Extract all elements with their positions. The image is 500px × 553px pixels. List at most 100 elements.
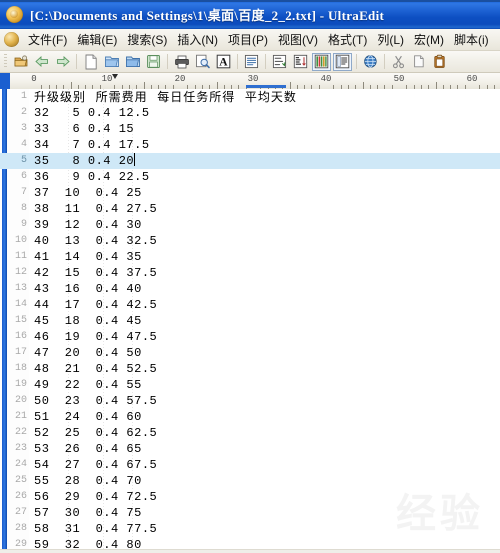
editor-line[interactable]: 12 42 15 0.4 37.5 [0, 265, 500, 281]
new-file-icon[interactable] [81, 53, 100, 71]
line-text[interactable]: 39 12 0.4 30 [34, 217, 142, 233]
line-text[interactable]: 53 26 0.4 65 [34, 441, 142, 457]
editor-line[interactable]: 10 40 13 0.4 32.5 [0, 233, 500, 249]
paste-icon[interactable] [431, 53, 450, 71]
menu-item-column[interactable]: 列(L) [372, 29, 409, 50]
line-text[interactable]: 46 19 0.4 47.5 [34, 329, 157, 345]
editor-line[interactable]: 4 34 7 0.4 17.5 [0, 137, 500, 153]
ruler-tab-marker[interactable] [112, 74, 118, 79]
toolbar-grip[interactable] [4, 54, 7, 69]
editor-line[interactable]: 8 38 11 0.4 27.5 [0, 201, 500, 217]
editor-line[interactable]: 22 52 25 0.4 62.5 [0, 425, 500, 441]
line-text[interactable]: 34 7 0.4 17.5 [34, 137, 150, 153]
toolbar-separator [265, 54, 266, 69]
menu-item-format[interactable]: 格式(T) [323, 29, 372, 50]
menu-item-search[interactable]: 搜索(S) [122, 29, 172, 50]
editor-line[interactable]: 6 36 9 0.4 22.5 [0, 169, 500, 185]
menu-item-macro[interactable]: 宏(M) [409, 29, 449, 50]
line-text[interactable]: 45 18 0.4 45 [34, 313, 142, 329]
editor-line[interactable]: 13 43 16 0.4 40 [0, 281, 500, 297]
line-number: 28 [14, 523, 27, 534]
line-text[interactable]: 44 17 0.4 42.5 [34, 297, 157, 313]
line-number: 9 [20, 219, 27, 230]
line-number: 5 [20, 155, 27, 166]
line-text[interactable]: 48 21 0.4 52.5 [34, 361, 157, 377]
line-text[interactable]: 42 15 0.4 37.5 [34, 265, 157, 281]
line-number: 15 [14, 315, 27, 326]
menu-item-project[interactable]: 项目(P) [223, 29, 273, 50]
print-preview-icon[interactable] [193, 53, 212, 71]
line-text[interactable]: 50 23 0.4 57.5 [34, 393, 157, 409]
menu-item-insert[interactable]: 插入(N) [172, 29, 223, 50]
editor-line[interactable]: 17 47 20 0.4 50 [0, 345, 500, 361]
editor-bottom-edge [0, 549, 500, 553]
menu-item-script[interactable]: 脚本(i) [449, 29, 494, 50]
back-arrow-icon[interactable] [32, 53, 51, 71]
line-text[interactable]: 55 28 0.4 70 [34, 473, 142, 489]
editor-line[interactable]: 3 33 6 0.4 15 [0, 121, 500, 137]
menu-item-file[interactable]: 文件(F) [23, 29, 72, 50]
editor-line[interactable]: 14 44 17 0.4 42.5 [0, 297, 500, 313]
editor-line[interactable]: 24 54 27 0.4 67.5 [0, 457, 500, 473]
open-file-icon[interactable] [102, 53, 121, 71]
menu-item-view[interactable]: 视图(V) [273, 29, 323, 50]
hex-view-icon[interactable] [333, 52, 352, 71]
editor-line[interactable]: 21 51 24 0.4 60 [0, 409, 500, 425]
editor-line[interactable]: 11 41 14 0.4 35 [0, 249, 500, 265]
editor-line[interactable]: 5 35 8 0.4 20 [0, 153, 500, 169]
ruler-selection-indicator [246, 85, 286, 88]
line-text[interactable]: 38 11 0.4 27.5 [34, 201, 157, 217]
line-text[interactable]: 升级级别 所需费用 每日任务所得 平均天数 [34, 89, 297, 105]
toolbar-separator [167, 54, 168, 69]
line-text[interactable]: 36 9 0.4 22.5 [34, 169, 150, 185]
menu-item-edit[interactable]: 编辑(E) [72, 29, 122, 50]
word-wrap-icon[interactable] [242, 53, 261, 71]
editor-line[interactable]: 16 46 19 0.4 47.5 [0, 329, 500, 345]
line-text[interactable]: 41 14 0.4 35 [34, 249, 142, 265]
editor-line[interactable]: 15 45 18 0.4 45 [0, 313, 500, 329]
editor-line[interactable]: 7 37 10 0.4 25 [0, 185, 500, 201]
text-editor-area[interactable]: 1 升级级别 所需费用 每日任务所得 平均天数 2 32 5 0.4 12.5 3 33 … [0, 89, 500, 553]
editor-line[interactable]: 18 48 21 0.4 52.5 [0, 361, 500, 377]
line-text[interactable]: 35 8 0.4 20 [34, 153, 136, 169]
editor-line[interactable]: 1 升级级别 所需费用 每日任务所得 平均天数 [0, 89, 500, 105]
line-text[interactable]: 58 31 0.4 77.5 [34, 521, 157, 537]
editor-line[interactable]: 23 53 26 0.4 65 [0, 441, 500, 457]
line-number: 18 [14, 363, 27, 374]
line-text[interactable]: 37 10 0.4 25 [34, 185, 142, 201]
ruler-bar[interactable]: 0 10 20 30 40 50 60 [0, 73, 500, 90]
sort-icon[interactable] [291, 53, 310, 71]
print-icon[interactable] [172, 53, 191, 71]
editor-line[interactable]: 19 49 22 0.4 55 [0, 377, 500, 393]
line-text[interactable]: 40 13 0.4 32.5 [34, 233, 157, 249]
line-number: 11 [14, 251, 27, 262]
forward-arrow-icon[interactable] [53, 53, 72, 71]
editor-line[interactable]: 2 32 5 0.4 12.5 [0, 105, 500, 121]
editor-line[interactable]: 9 39 12 0.4 30 [0, 217, 500, 233]
list-view-icon[interactable] [270, 53, 289, 71]
save-file-icon[interactable] [144, 53, 163, 71]
line-text[interactable]: 47 20 0.4 50 [34, 345, 142, 361]
cut-icon[interactable] [389, 53, 408, 71]
app-menu-icon[interactable] [4, 32, 19, 47]
column-mode-icon[interactable] [312, 52, 331, 71]
font-icon[interactable]: A [214, 53, 233, 71]
line-text[interactable]: 57 30 0.4 75 [34, 505, 142, 521]
open-recent-icon[interactable] [11, 53, 30, 71]
line-text[interactable]: 49 22 0.4 55 [34, 377, 142, 393]
line-text[interactable]: 33 6 0.4 15 [34, 121, 134, 137]
browser-icon[interactable] [361, 53, 380, 71]
line-text[interactable]: 56 29 0.4 72.5 [34, 489, 157, 505]
line-text[interactable]: 52 25 0.4 62.5 [34, 425, 157, 441]
watermark: 经验 [396, 491, 484, 537]
line-text[interactable]: 32 5 0.4 12.5 [34, 105, 150, 121]
menu-bar: 文件(F) 编辑(E) 搜索(S) 插入(N) 项目(P) 视图(V) 格式(T… [0, 29, 500, 51]
line-text[interactable]: 43 16 0.4 40 [34, 281, 142, 297]
copy-icon[interactable] [410, 53, 429, 71]
text-caret [134, 153, 136, 166]
line-text[interactable]: 51 24 0.4 60 [34, 409, 142, 425]
line-number: 6 [20, 171, 27, 182]
line-text[interactable]: 54 27 0.4 67.5 [34, 457, 157, 473]
editor-line[interactable]: 20 50 23 0.4 57.5 [0, 393, 500, 409]
open-folder-icon[interactable] [123, 53, 142, 71]
